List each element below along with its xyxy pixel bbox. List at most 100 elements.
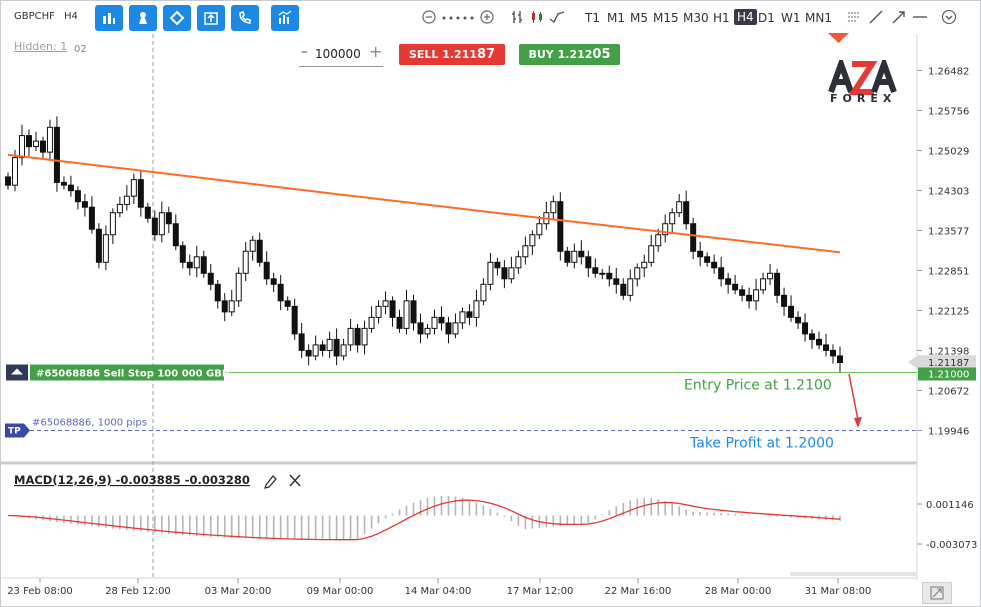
current-price-label: 1.21187 (928, 358, 969, 369)
candle-body (571, 250, 578, 263)
candle-body (389, 300, 396, 318)
price-tick-label: 1.20672 (928, 387, 969, 398)
candle-body (319, 344, 326, 351)
candle-body (109, 212, 116, 236)
candle-body (179, 245, 186, 263)
candle-body (333, 338, 340, 357)
target-arrowhead (854, 417, 862, 428)
candle-body (781, 294, 788, 307)
candle-body (648, 245, 655, 263)
candle-body (25, 135, 32, 148)
candle-body (95, 228, 102, 263)
candle-body (718, 267, 725, 280)
horizontal-scrollbar[interactable] (790, 572, 916, 576)
time-tick-label: 17 Mar 12:00 (507, 586, 574, 597)
candle-body (130, 179, 137, 197)
candle-body (417, 322, 424, 335)
candle-body (613, 278, 620, 285)
moving-average-line (7, 153, 841, 254)
candle-body (270, 278, 277, 285)
entry-price-axis-label: 1.21000 (928, 370, 969, 381)
candle-body (256, 239, 263, 263)
candle-body (60, 181, 67, 186)
autoscale-button[interactable] (922, 582, 952, 604)
candle-body (158, 212, 165, 236)
candle-body (627, 278, 634, 296)
candle-body (144, 206, 151, 219)
candle-body (347, 327, 354, 346)
candle-body (704, 256, 711, 263)
entry-price-annotation: Entry Price at 1.2100 (684, 378, 832, 394)
candle-body (550, 201, 557, 214)
candle-body (235, 272, 242, 302)
chart-canvas[interactable]: 1.26482 1.25756 1.25029 1.24303 1.23577 1.228… (0, 0, 981, 607)
candle-body (88, 206, 95, 230)
macd-tick-label: -0.003073 (926, 540, 977, 551)
candle-body (585, 256, 592, 269)
macd-label[interactable]: MACD(12,26,9) -0.003885 -0.003280 (14, 473, 250, 487)
candle-body (46, 126, 53, 153)
candle-body (263, 261, 270, 280)
macd-axis: 0.001146 -0.003073 (917, 500, 977, 551)
candle-body (431, 316, 438, 329)
candle-body (410, 300, 417, 324)
candle-body (116, 203, 123, 214)
candle-body (466, 311, 473, 318)
candle-body (823, 344, 830, 351)
candle-body (249, 239, 256, 252)
tp-order-label: #65068886, 1000 pips (32, 418, 147, 429)
candle-body (39, 140, 46, 153)
candle-body (809, 333, 816, 340)
candle-body (137, 179, 144, 208)
candle-body (557, 201, 564, 252)
candle-body (277, 283, 284, 302)
candle-body (298, 333, 305, 351)
candle-body (522, 245, 529, 258)
scroll-to-end-marker[interactable] (828, 33, 849, 43)
candle-body (102, 234, 109, 263)
candle-body (487, 261, 494, 285)
candle-body (676, 201, 683, 214)
candle-body (221, 300, 228, 313)
candle-body (564, 250, 571, 263)
candle-body (165, 212, 172, 225)
candle-body (74, 190, 81, 203)
candle-body (207, 272, 214, 285)
price-tick-label: 1.19946 (928, 427, 969, 438)
candle-body (18, 135, 25, 159)
candle-body (172, 223, 179, 247)
candle-body (445, 322, 452, 335)
candle-body (725, 278, 732, 285)
candle-body (368, 316, 375, 329)
candle-body (242, 250, 249, 274)
candle-body (494, 261, 501, 269)
candle-body (774, 272, 781, 296)
candle-body (641, 261, 648, 269)
candle-body (606, 272, 613, 280)
close-indicator-icon[interactable] (289, 474, 301, 487)
candle-body (683, 201, 690, 225)
edit-indicator-icon[interactable] (264, 475, 277, 489)
candle-body (123, 195, 130, 205)
candle-body (228, 300, 235, 313)
order-label: #65068886 Sell Stop 100 000 GBP (36, 369, 229, 380)
expand-icon (930, 586, 944, 600)
candle-body (438, 316, 445, 324)
price-tick-label: 1.22851 (928, 266, 969, 277)
take-profit-annotation: Take Profit at 1.2000 (689, 436, 834, 452)
candle-body (816, 338, 823, 346)
candle-body (361, 327, 368, 346)
candle-body (67, 184, 74, 192)
time-tick-label: 22 Mar 16:00 (605, 586, 672, 597)
candle-body (599, 272, 606, 275)
candle-body (151, 217, 158, 236)
candle-body (795, 316, 802, 324)
candle-body (186, 261, 193, 269)
candle-body (326, 338, 333, 351)
candle-body (473, 300, 480, 318)
time-tick-label: 31 Mar 08:00 (805, 586, 872, 597)
price-tick-label: 1.25756 (928, 106, 969, 117)
candle-body (291, 305, 298, 335)
price-tick-label: 1.24303 (928, 187, 969, 198)
price-tick-label: 1.25029 (928, 147, 969, 158)
